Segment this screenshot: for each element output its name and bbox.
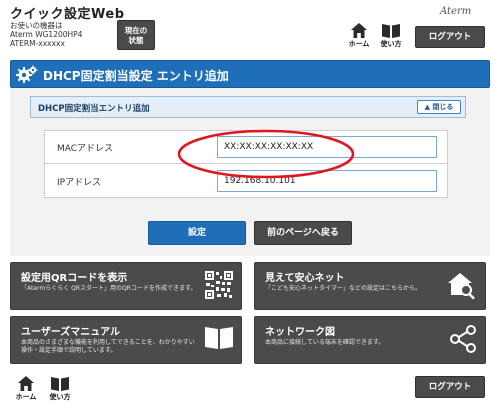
tile-description: 本商品のさまざまな機能を利用してできることを、わかりやすい操作・設定手順で説明し… (21, 339, 195, 354)
mac-address-label: MACアドレス (57, 144, 114, 154)
device-id: ATERM-xxxxxx (10, 39, 65, 48)
status-button-line2: 状態 (128, 36, 144, 45)
device-label: お使いの機器は (10, 21, 63, 30)
help-label: 使い方 (380, 40, 402, 48)
footer-logout-button[interactable]: ログアウト (415, 376, 485, 398)
home-icon (18, 376, 34, 391)
status-button-line1: 現在の (124, 26, 148, 35)
tile-title: ユーザーズマニュアル (21, 327, 120, 338)
header: クイック設定Web お使いの機器は Aterm WG1200HP4 ATERM-… (0, 0, 500, 56)
device-model: Aterm WG1200HP4 (10, 30, 83, 39)
app-title: クイック設定Web (10, 7, 125, 22)
close-label: 閉じる (432, 103, 454, 111)
logout-button[interactable]: ログアウト (415, 26, 485, 48)
footer-help-label: 使い方 (49, 393, 71, 401)
book-icon (51, 377, 69, 391)
device-info: お使いの機器は Aterm WG1200HP4 ATERM-xxxxxx (10, 21, 82, 48)
mac-address-input[interactable] (217, 136, 437, 158)
mieteanshin-net-tile[interactable]: 見えて安心ネット 「こども安心ネットタイマー」などの設定はこちらから。 (254, 262, 486, 310)
chevron-up-icon: ▲ (424, 103, 430, 111)
section-title: DHCP固定割当エントリ追加 (38, 104, 150, 114)
section-header: DHCP固定割当エントリ追加 ▲ 閉じる (30, 96, 466, 118)
book-icon (205, 327, 233, 349)
submit-button[interactable]: 設定 (148, 221, 246, 245)
gear-icon (16, 65, 38, 83)
tile-title: ネットワーク図 (265, 327, 335, 338)
entry-form: MACアドレス IPアドレス (44, 130, 448, 198)
current-status-button[interactable]: 現在の 状態 (117, 20, 155, 50)
footer: ホーム 使い方 ログアウト (0, 364, 500, 416)
users-manual-tile[interactable]: ユーザーズマニュアル 本商品のさまざまな機能を利用してできることを、わかりやすい… (10, 316, 242, 364)
home-icon (351, 23, 367, 38)
house-search-icon (448, 273, 475, 300)
footer-help-nav[interactable]: 使い方 (44, 376, 76, 408)
tile-title: 見えて安心ネット (265, 273, 345, 284)
close-section-button[interactable]: ▲ 閉じる (417, 100, 461, 114)
page-title-bar: DHCP固定割当設定 エントリ追加 (10, 60, 490, 88)
back-button[interactable]: 前のページへ戻る (254, 221, 352, 245)
network-icon (450, 325, 476, 353)
ip-address-input[interactable] (217, 170, 437, 192)
tile-title: 設定用QRコードを表示 (21, 273, 128, 284)
tile-description: 「Atermらくらく QRスタート」用のQRコードを作成できます。 (21, 285, 197, 292)
footer-home-label: ホーム (15, 393, 37, 401)
brand-logo: Aterm (440, 6, 472, 17)
mac-address-row: MACアドレス (45, 131, 447, 164)
network-diagram-tile[interactable]: ネットワーク図 本商品に接続している端末を確認できます。 (254, 316, 486, 364)
home-nav[interactable]: ホーム (343, 23, 375, 55)
ip-address-row: IPアドレス (45, 165, 447, 198)
page-title: DHCP固定割当設定 エントリ追加 (43, 69, 229, 83)
tile-description: 「こども安心ネットタイマー」などの設定はこちらから。 (265, 285, 422, 292)
book-icon (382, 24, 400, 38)
qr-code-tile[interactable]: 設定用QRコードを表示 「Atermらくらく QRスタート」用のQRコードを作成… (10, 262, 242, 310)
home-label: ホーム (348, 40, 370, 48)
footer-home-nav[interactable]: ホーム (10, 376, 42, 408)
qr-code-icon (205, 271, 233, 299)
tile-description: 本商品に接続している端末を確認できます。 (265, 339, 385, 346)
help-nav[interactable]: 使い方 (375, 23, 407, 55)
ip-address-label: IPアドレス (57, 178, 102, 188)
